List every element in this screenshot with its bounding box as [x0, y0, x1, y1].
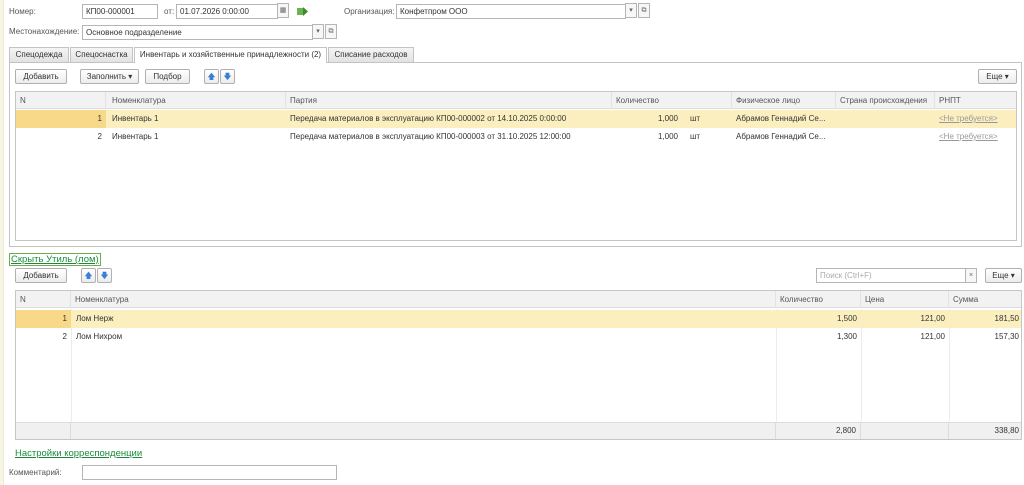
hide-scrap-link[interactable]: Скрыть Утиль (лом) — [11, 254, 99, 265]
date-field-wrap: 01.07.2026 0:00:00 ▦ — [176, 3, 290, 19]
row-number: 2 — [97, 132, 102, 141]
footer-item — [71, 423, 776, 439]
scrap-table: N Номенклатура Количество Цена Сумма 1 Л… — [15, 290, 1022, 440]
row-sum: 157,30 — [994, 332, 1019, 341]
row-rnpt[interactable]: <Не требуется> — [935, 110, 1016, 128]
location-field[interactable]: Основное подразделение — [82, 25, 313, 40]
row-item: Инвентарь 1 — [112, 132, 159, 141]
row-price: 121,00 — [920, 314, 945, 323]
col-n[interactable]: N — [16, 291, 71, 308]
table-row[interactable]: 1 Инвентарь 1 Передача материалов в эксп… — [16, 110, 1016, 128]
date-field[interactable]: 01.07.2026 0:00:00 — [176, 4, 278, 19]
inventory-table: N Номенклатура Партия Количество Физичес… — [15, 91, 1017, 241]
tab-inventory[interactable]: Инвентарь и хозяйственные принадлежности… — [134, 47, 327, 63]
add-scrap-button[interactable]: Добавить — [15, 268, 67, 283]
footer-n — [16, 423, 71, 439]
row-person: Абрамов Геннадий Се... — [736, 132, 826, 141]
row-price: 121,00 — [920, 332, 945, 341]
row-country — [836, 110, 935, 128]
row-number: 2 — [62, 332, 67, 341]
table-row[interactable]: 1 Лом Нерж 1,500 121,00 181,50 — [16, 310, 1021, 328]
correspondence-group: Настройки корреспонденции — [15, 447, 142, 460]
row-qty: 1,500 — [836, 314, 857, 323]
table-row[interactable]: 2 Инвентарь 1 Передача материалов в эксп… — [16, 128, 1016, 146]
col-country[interactable]: Страна происхождения — [836, 92, 935, 109]
more-scrap-button[interactable]: Еще ▾ — [985, 268, 1022, 283]
chevron-down-icon[interactable]: ▾ — [312, 24, 324, 39]
fill-button-label: Заполнить — [86, 72, 127, 81]
table-header: N Номенклатура Партия Количество Физичес… — [16, 92, 1016, 109]
col-item[interactable]: Номенклатура — [108, 92, 286, 109]
col-price[interactable]: Цена — [861, 291, 949, 308]
move-up-icon[interactable]: 🡅 — [81, 268, 96, 283]
table-row[interactable]: 2 Лом Нихром 1,300 121,00 157,30 — [16, 328, 1021, 346]
date-label: от: — [164, 7, 175, 16]
col-qty[interactable]: Количество — [776, 291, 861, 308]
org-field[interactable]: Конфетпром ООО — [396, 4, 626, 19]
tab-workwear[interactable]: Спецодежда — [9, 47, 69, 62]
org-label: Организация: — [344, 7, 395, 16]
row-qty: 1,300 — [836, 332, 857, 341]
post-document-icon[interactable] — [297, 7, 308, 16]
col-sum[interactable]: Сумма — [949, 291, 1021, 308]
total-sum: 338,80 — [994, 426, 1019, 435]
comment-field[interactable] — [82, 465, 337, 480]
col-batch[interactable]: Партия — [286, 92, 612, 109]
col-person[interactable]: Физическое лицо — [732, 92, 836, 109]
left-panel-edge — [0, 0, 4, 485]
chevron-down-icon: ▾ — [1010, 271, 1015, 280]
col-qty[interactable]: Количество — [612, 92, 732, 109]
number-field[interactable]: КП00-000001 — [82, 4, 158, 19]
table-footer: 2,800 338,80 — [16, 422, 1021, 439]
table-header: N Номенклатура Количество Цена Сумма — [16, 291, 1021, 308]
chevron-down-icon: ▾ — [128, 72, 133, 81]
row-number: 1 — [97, 114, 102, 123]
footer-price — [861, 423, 949, 439]
row-person: Абрамов Геннадий Се... — [736, 114, 826, 123]
comment-label: Комментарий: — [9, 468, 62, 477]
row-qty: 1,000 — [657, 132, 678, 141]
row-number: 1 — [62, 314, 67, 323]
col-rnpt[interactable]: РНПТ — [935, 92, 1016, 109]
open-link-icon[interactable]: ⧉ — [638, 3, 650, 18]
row-unit: шт — [690, 114, 701, 123]
hide-scrap-group: Скрыть Утиль (лом) — [9, 253, 101, 266]
tab-special-tooling[interactable]: Спецоснастка — [70, 47, 133, 62]
calendar-icon[interactable]: ▦ — [277, 3, 289, 18]
chevron-down-icon: ▾ — [1004, 72, 1009, 81]
search-wrap: Поиск (Ctrl+F) × — [816, 268, 980, 283]
col-item[interactable]: Номенклатура — [71, 291, 776, 308]
move-down-icon[interactable]: 🡇 — [97, 268, 112, 283]
row-sum: 181,50 — [994, 314, 1019, 323]
fill-button[interactable]: Заполнить ▾ — [80, 69, 139, 84]
correspondence-link[interactable]: Настройки корреспонденции — [15, 448, 142, 459]
location-field-wrap: Основное подразделение ▾ ⧉ — [82, 24, 338, 40]
select-button[interactable]: Подбор — [145, 69, 190, 84]
row-rnpt[interactable]: <Не требуется> — [935, 128, 1016, 146]
org-field-wrap: Конфетпром ООО ▾ ⧉ — [396, 3, 651, 19]
move-down-icon[interactable]: 🡇 — [220, 69, 235, 84]
add-button[interactable]: Добавить — [15, 69, 67, 84]
chevron-down-icon[interactable]: ▾ — [625, 3, 637, 18]
row-item: Инвентарь 1 — [112, 114, 159, 123]
location-label: Местонахождение: — [9, 27, 80, 36]
row-item: Лом Нихром — [76, 332, 123, 341]
more-button[interactable]: Еще ▾ — [978, 69, 1017, 84]
search-input[interactable]: Поиск (Ctrl+F) — [816, 268, 966, 283]
row-batch: Передача материалов в эксплуатацию КП00-… — [290, 132, 571, 141]
total-qty: 2,800 — [776, 423, 861, 439]
row-qty: 1,000 — [657, 114, 678, 123]
move-up-icon[interactable]: 🡅 — [204, 69, 219, 84]
number-label: Номер: — [9, 7, 36, 16]
row-country — [836, 128, 935, 146]
more-button-label: Еще — [986, 72, 1003, 81]
row-item: Лом Нерж — [76, 314, 114, 323]
row-batch: Передача материалов в эксплуатацию КП00-… — [290, 114, 567, 123]
row-unit: шт — [690, 132, 701, 141]
clear-search-icon[interactable]: × — [965, 268, 977, 283]
open-link-icon[interactable]: ⧉ — [325, 24, 337, 39]
more-scrap-label: Еще — [992, 271, 1009, 280]
tab-expense-writeoff[interactable]: Списание расходов — [328, 47, 414, 62]
col-n[interactable]: N — [16, 92, 106, 109]
